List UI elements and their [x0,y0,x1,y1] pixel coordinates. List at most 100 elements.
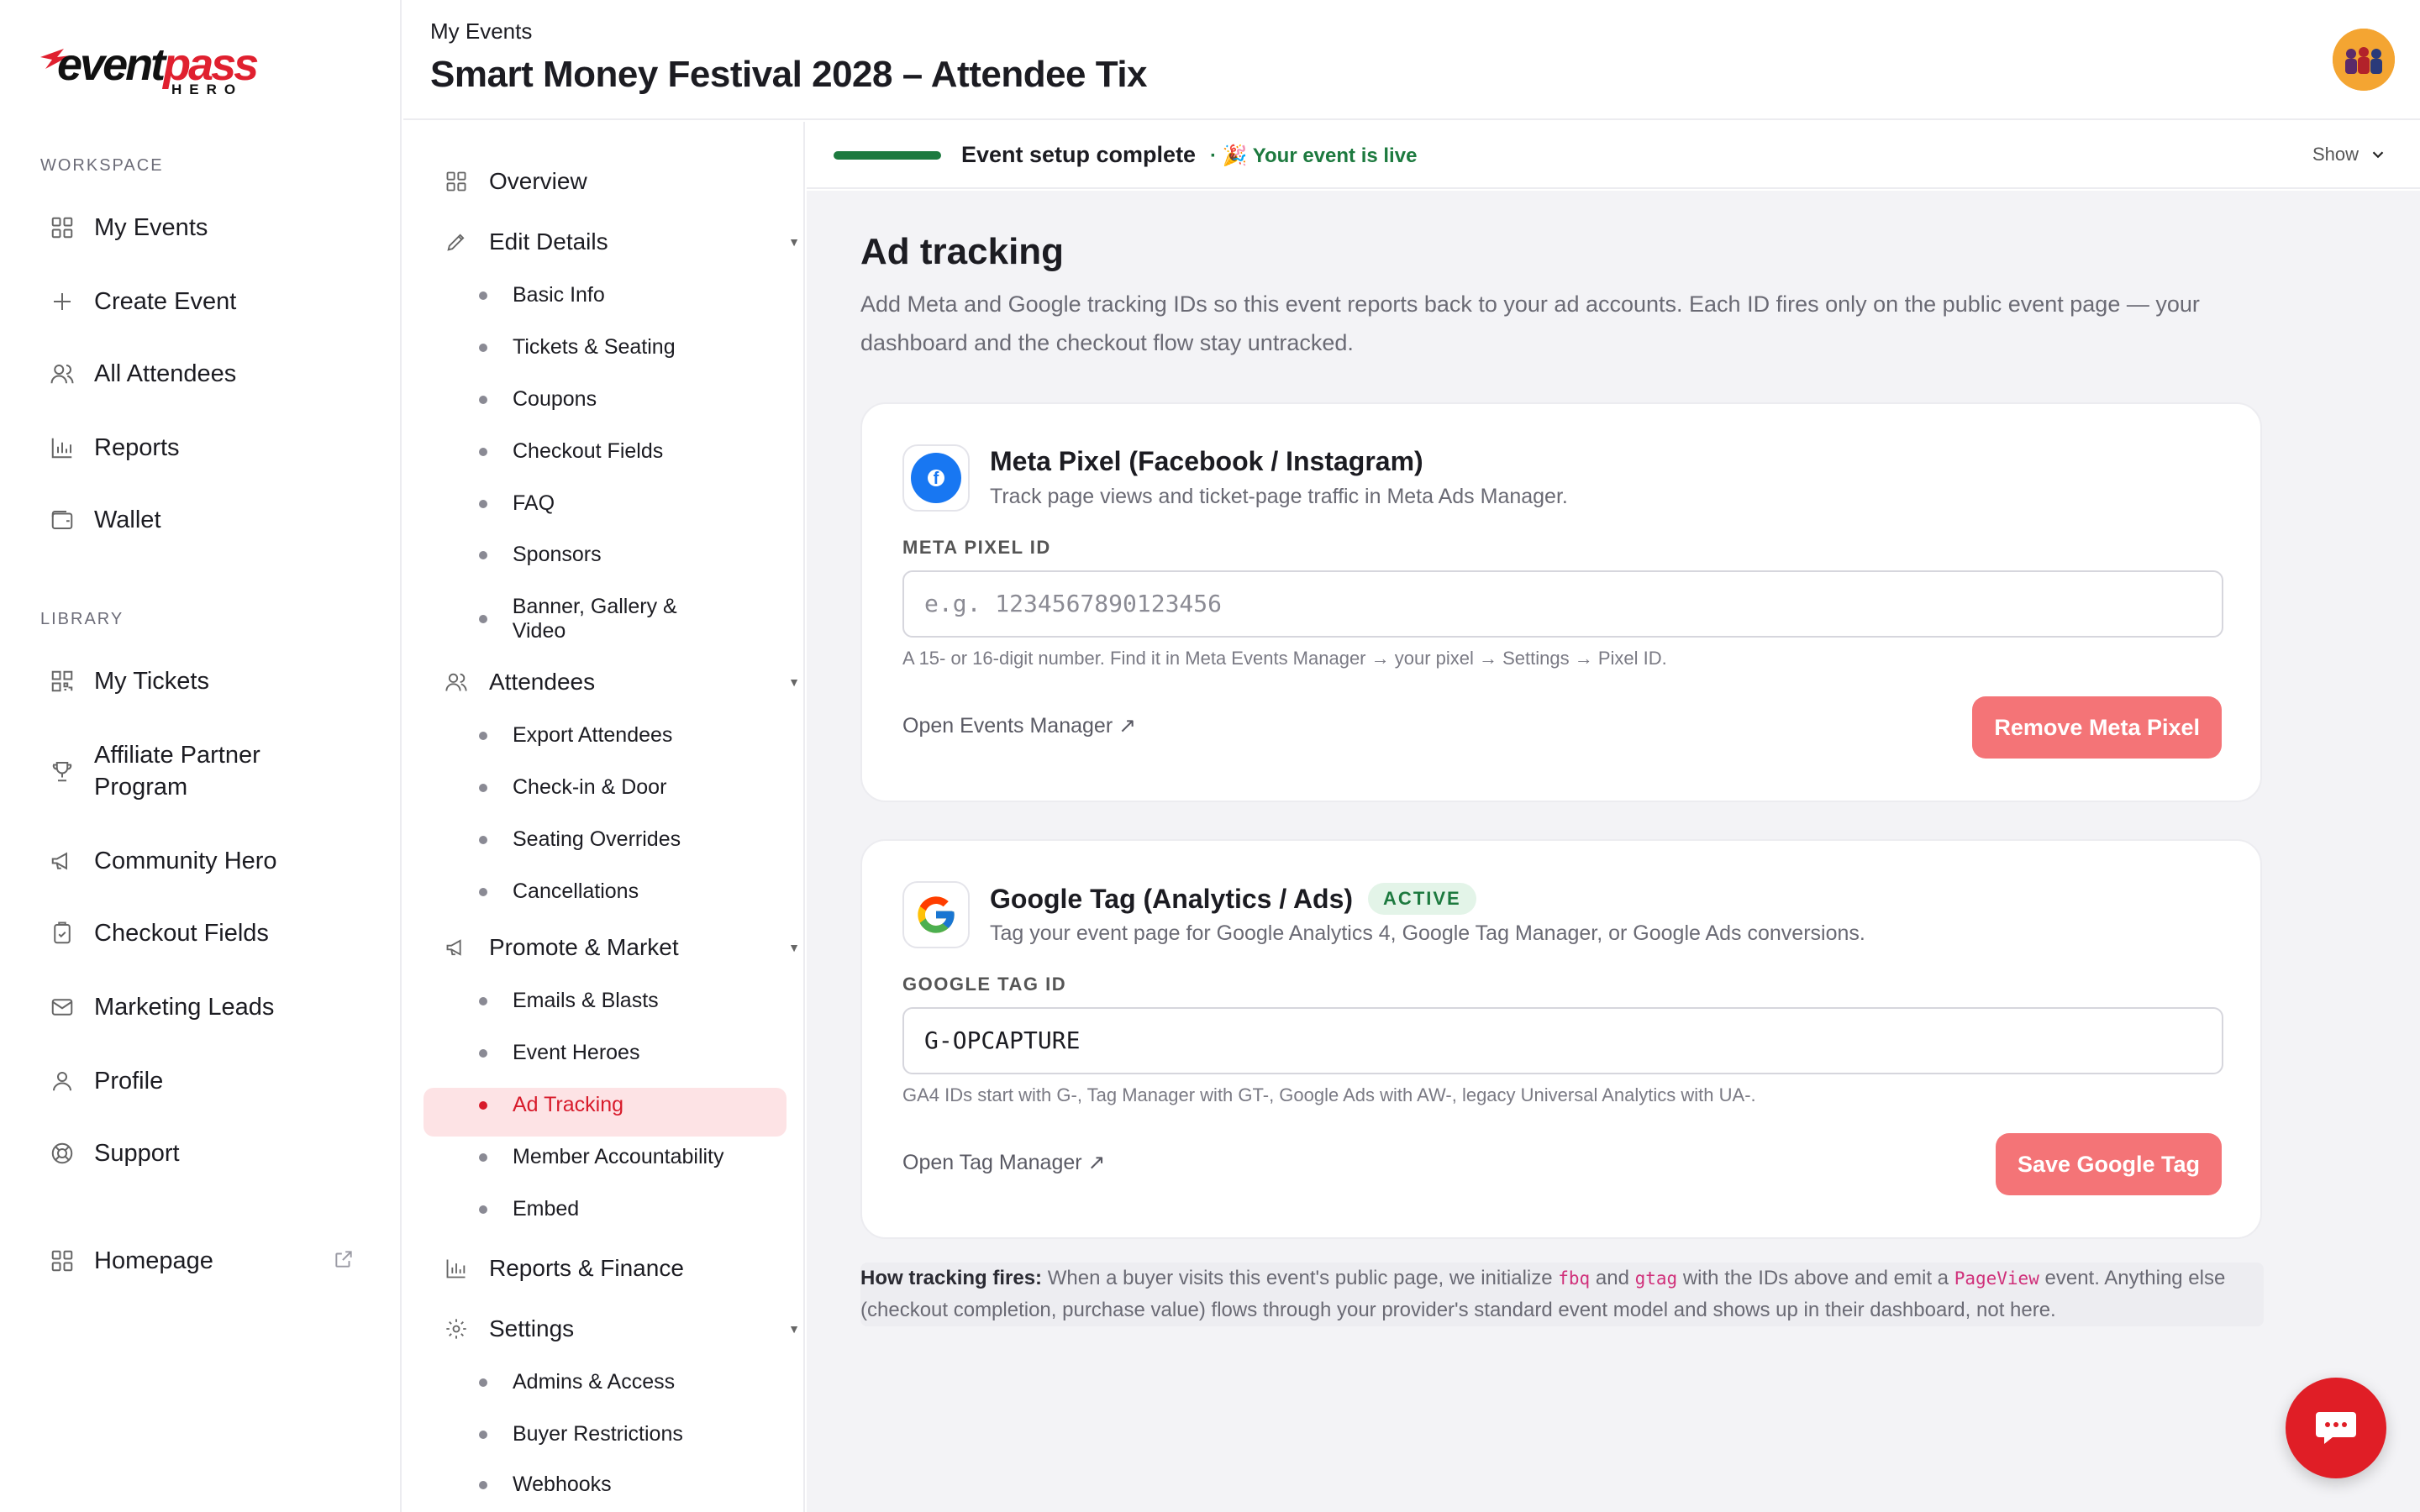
sidebar-item-affiliate-partner-program[interactable]: Affiliate Partner Program [47,739,296,803]
bullet-dot [479,731,487,740]
subnav-item-checkout-fields[interactable]: Checkout Fields [479,439,731,464]
subnav-overview[interactable]: Overview [442,167,812,196]
chevron-down-icon[interactable]: ▼ [788,675,800,689]
google-card-title: Google Tag (Analytics / Ads) ACTIVE [990,883,1476,915]
subnav-item-check-in-door[interactable]: Check-in & Door [479,775,731,800]
sidebar-item-all-attendees[interactable]: All Attendees [47,358,236,390]
chevron-down-icon[interactable]: ▼ [788,941,800,954]
status-badge: ACTIVE [1368,883,1476,915]
chat-bubble-icon [2316,1412,2356,1444]
grid-icon [442,167,471,196]
users-icon [442,668,471,696]
subnav-label: Promote & Market [489,934,679,960]
avatar[interactable] [2333,29,2395,91]
chevron-down-icon[interactable]: ▼ [788,1322,800,1336]
subnav-item-webhooks[interactable]: Webhooks [479,1473,731,1497]
meta-pixel-id-hint: A 15- or 16-digit number. Find it in Met… [902,648,1667,669]
subnav-edit-details[interactable]: Edit Details ▼ [442,228,812,256]
bullet-dot [479,1378,487,1387]
sidebar-item-wallet[interactable]: Wallet [47,504,161,536]
sidebar-item-my-tickets[interactable]: My Tickets [47,665,209,697]
subnav-item-label: Admins & Access [513,1370,676,1394]
sidebar-item-create-event[interactable]: Create Event [47,286,236,318]
sidebar-item-homepage[interactable]: Homepage [47,1245,213,1277]
setup-complete-label: Event setup complete [961,142,1197,167]
subnav-settings[interactable]: Settings ▼ [442,1315,812,1343]
sidebar-item-reports[interactable]: Reports [47,432,180,464]
subnav-item-event-heroes[interactable]: Event Heroes [479,1041,731,1065]
subnav-item-coupons[interactable]: Coupons [479,387,731,412]
bullet-dot [479,395,487,404]
meta-card-subtitle: Track page views and ticket-page traffic… [990,485,1568,508]
bullet-dot [479,1480,487,1489]
subnav-label: Attendees [489,669,596,695]
subnav-item-export-attendees[interactable]: Export Attendees [479,723,731,748]
bar-chart-icon [47,433,77,463]
chat-launcher-button[interactable] [2286,1378,2386,1478]
subnav-reports-finance[interactable]: Reports & Finance [442,1254,812,1283]
open-tag-manager-link[interactable]: Open Tag Manager ↗ [902,1150,1105,1175]
sidebar-item-profile[interactable]: Profile [47,1065,163,1097]
subnav-item-label: FAQ [513,491,555,515]
bullet-dot [479,550,487,559]
page-header: My Events Smart Money Festival 2028 – At… [403,0,2420,120]
sidebar-item-label: Create Event [94,288,237,315]
sidebar-item-community-hero[interactable]: Community Hero [47,845,277,877]
users-icon [47,359,77,389]
subnav-item-admins-access[interactable]: Admins & Access [479,1370,731,1394]
sidebar-item-support[interactable]: Support [47,1137,180,1169]
megaphone-icon [442,933,471,962]
clipboard-check-icon [47,918,77,948]
bullet-dot [479,996,487,1005]
chevron-down-icon[interactable]: ▼ [788,235,800,249]
subnav-item-basic-info[interactable]: Basic Info [479,283,731,307]
subnav-item-ad-tracking[interactable]: Ad Tracking [479,1093,731,1117]
wallet-icon [47,505,77,535]
subnav-item-embed[interactable]: Embed [479,1197,731,1221]
meta-pixel-id-label: META PIXEL ID [902,537,1051,558]
logo-word-event: event [57,39,166,90]
bullet-dot [479,835,487,844]
breadcrumb[interactable]: My Events [430,18,532,45]
subnav-item-label: Embed [513,1197,580,1221]
bullet-dot [479,1430,487,1439]
subnav-item-emails-blasts[interactable]: Emails & Blasts [479,989,731,1013]
external-link-icon[interactable] [333,1248,356,1272]
logo-word-hero: HERO [171,81,244,97]
subnav-item-banner-gallery-video[interactable]: Banner, Gallery & Video [479,595,731,643]
open-events-manager-link[interactable]: Open Events Manager ↗ [902,713,1136,738]
subnav-promote-market[interactable]: Promote & Market ▼ [442,933,812,962]
sidebar-item-label: Affiliate Partner Program [94,742,260,801]
bullet-dot [479,499,487,508]
subnav-item-faq[interactable]: FAQ [479,491,731,516]
subnav-item-label: Check-in & Door [513,775,667,799]
show-toggle[interactable]: Show [2312,144,2387,165]
subnav-label: Settings [489,1315,575,1341]
library-section-label: LIBRARY [40,610,124,628]
subnav-item-label: Ad Tracking [513,1093,624,1116]
sidebar-item-my-events[interactable]: My Events [47,212,208,244]
section-description: Add Meta and Google tracking IDs so this… [860,291,2200,355]
subnav-item-buyer-restrictions[interactable]: Buyer Restrictions [479,1422,731,1446]
sidebar-item-marketing-leads[interactable]: Marketing Leads [47,991,274,1023]
google-tag-id-input[interactable]: G-OPCAPTURE [902,1007,2223,1074]
sidebar-item-checkout-fields[interactable]: Checkout Fields [47,917,269,949]
subnav-item-seating-overrides[interactable]: Seating Overrides [479,827,731,852]
subnav-item-label: Checkout Fields [513,439,664,463]
note-code-fbq: fbq [1558,1268,1591,1289]
note-code-pageview: PageView [1954,1268,2039,1289]
subnav-item-label: Export Attendees [513,723,673,747]
subnav-item-member-accountability[interactable]: Member Accountability [479,1145,731,1169]
subnav-attendees[interactable]: Attendees ▼ [442,668,812,696]
sidebar-item-label: Wallet [94,507,161,533]
subnav-item-sponsors[interactable]: Sponsors [479,543,731,567]
event-live-label: · 🎉 Your event is live [1210,144,1418,167]
subnav-item-tickets-seating[interactable]: Tickets & Seating [479,335,731,360]
eventpass-hero-logo[interactable]: eventpass HERO [39,37,266,97]
subnav-item-cancellations[interactable]: Cancellations [479,879,731,904]
save-google-tag-button[interactable]: Save Google Tag [1995,1133,2222,1195]
meta-pixel-id-input[interactable]: e.g. 1234567890123456 [902,570,2223,638]
subnav-item-label: Member Accountability [513,1145,724,1168]
subnav-item-label: Buyer Restrictions [513,1422,683,1446]
remove-meta-pixel-button[interactable]: Remove Meta Pixel [1972,696,2222,759]
